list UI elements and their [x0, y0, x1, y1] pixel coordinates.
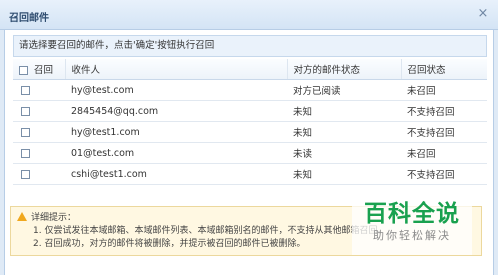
- watermark-logo: 百科全说 助你轻松解决: [352, 200, 472, 255]
- row-checkbox-cell: [13, 79, 65, 101]
- header-recall-label: 召回: [34, 65, 54, 76]
- recall-status-cell: 未召回: [401, 79, 487, 101]
- instruction-text: 请选择要召回的邮件，点击'确定'按钮执行召回: [13, 35, 487, 57]
- row-checkbox[interactable]: [21, 169, 30, 179]
- row-checkbox[interactable]: [21, 106, 30, 116]
- dialog-title: 召回邮件: [9, 13, 49, 24]
- recipient-cell: hy@test1.com: [65, 121, 287, 143]
- row-checkbox-cell: [13, 121, 65, 143]
- select-all-checkbox[interactable]: [19, 66, 28, 75]
- table-header-row: 召回 收件人 对方的邮件状态 召回状态: [13, 59, 487, 80]
- mail-status-cell: 未知: [287, 100, 401, 122]
- row-checkbox-cell: [13, 100, 65, 122]
- recipient-cell: hy@test.com: [65, 79, 287, 101]
- warning-icon: [17, 212, 27, 221]
- header-mail-status: 对方的邮件状态: [287, 59, 402, 80]
- row-checkbox[interactable]: [21, 127, 30, 137]
- recall-status-cell: 不支持召回: [401, 100, 487, 122]
- recipient-table: 召回 收件人 对方的邮件状态 召回状态 hy@test.com 对方已阅读 未召…: [13, 59, 487, 185]
- recipient-cell: cshi@test1.com: [65, 163, 287, 185]
- table-row: hy@test.com 对方已阅读 未召回: [13, 79, 487, 101]
- recall-status-cell: 未召回: [401, 142, 487, 164]
- header-recipient: 收件人: [65, 59, 288, 80]
- recall-status-cell: 不支持召回: [401, 121, 487, 143]
- mail-status-cell: 未知: [287, 121, 401, 143]
- close-icon[interactable]: ×: [476, 7, 490, 21]
- table-row: 01@test.com 未读 未召回: [13, 142, 487, 164]
- table-row: 2845454@qq.com 未知 不支持召回: [13, 100, 487, 122]
- mail-status-cell: 未知: [287, 163, 401, 185]
- watermark-subtitle: 助你轻松解决: [373, 229, 451, 242]
- row-checkbox[interactable]: [21, 85, 30, 95]
- table-row: hy@test1.com 未知 不支持召回: [13, 121, 487, 143]
- recall-status-cell: 不支持召回: [401, 163, 487, 185]
- row-checkbox-cell: [13, 142, 65, 164]
- header-recall-status: 召回状态: [401, 59, 487, 80]
- tips-heading: 详细提示：: [31, 213, 77, 223]
- row-checkbox-cell: [13, 163, 65, 185]
- recipient-cell: 01@test.com: [65, 142, 287, 164]
- dialog-titlebar: 召回邮件 ×: [0, 0, 498, 30]
- table-row: cshi@test1.com 未知 不支持召回: [13, 163, 487, 185]
- mail-status-cell: 对方已阅读: [287, 79, 401, 101]
- row-checkbox[interactable]: [21, 148, 30, 158]
- watermark-title: 百科全说: [364, 201, 460, 227]
- recipient-cell: 2845454@qq.com: [65, 100, 287, 122]
- mail-status-cell: 未读: [287, 142, 401, 164]
- header-recall: 召回: [13, 59, 66, 80]
